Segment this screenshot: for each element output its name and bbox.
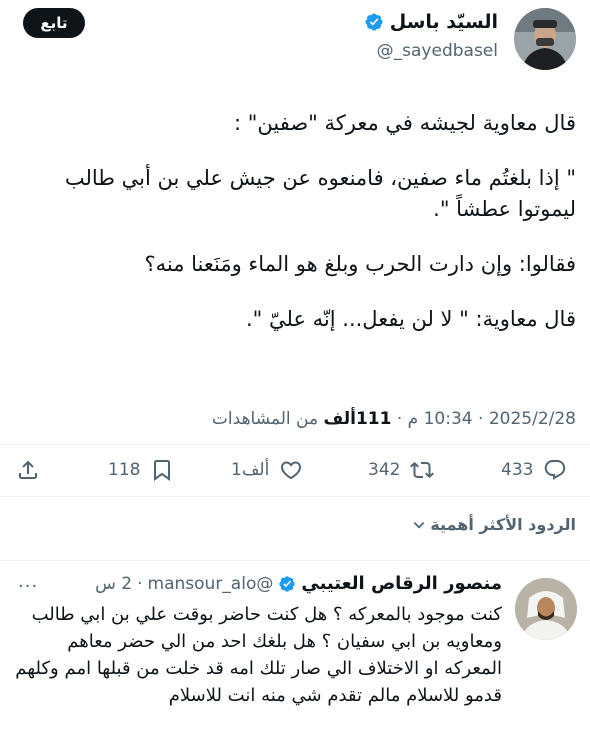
like-button[interactable]: 1ألف: [231, 452, 303, 488]
repost-icon: [410, 461, 435, 479]
reply-button[interactable]: 433: [501, 452, 567, 488]
reply-author-name[interactable]: منصور الرقاص العتيبي: [301, 573, 502, 594]
repost-count: 342: [368, 460, 401, 480]
divider: [0, 560, 590, 561]
reply-avatar[interactable]: [515, 578, 577, 640]
follow-button[interactable]: تابع: [23, 8, 85, 38]
reply-body: كنت موجود بالمعركه ؟ هل كنت حاضر بوقت عل…: [15, 604, 502, 706]
share-icon: [19, 460, 37, 479]
meta-separator: ·: [396, 409, 403, 429]
tweet-meta: 2025/2/28 · 10:34 م · 111ألف من المشاهدا…: [212, 409, 576, 429]
author-name[interactable]: السيّد باسل: [390, 11, 498, 33]
verified-badge-icon: [365, 13, 383, 31]
tweet-time[interactable]: 10:34 م: [408, 409, 473, 429]
divider: [0, 496, 590, 497]
reply-author-handle[interactable]: @mansour_alo: [148, 574, 274, 594]
tweet-body: قال معاوية لجيشه في معركة "صفين" : " إذا…: [16, 108, 576, 335]
tweet-page: تابع السيّد باسل @_sayedbasel قال معاوية…: [0, 0, 590, 748]
tweet-date[interactable]: 2025/2/28: [489, 409, 576, 429]
author-avatar-image: [514, 8, 576, 70]
share-button[interactable]: [16, 452, 40, 488]
divider: [0, 444, 590, 445]
reply-avatar-image: [515, 578, 577, 640]
bookmark-count: 118: [108, 460, 141, 480]
tweet-line: قال معاوية: " لا لن يفعل... إنّه عليّ ".: [245, 307, 576, 331]
tweet-line: ليموتوا عطشاً ".: [433, 197, 576, 221]
tweet-line: " إذا بلغتُم ماء صفين، فامنعوه عن جيش عل…: [64, 166, 576, 190]
views-count: 111ألف: [323, 409, 392, 429]
views-label: من المشاهدات: [211, 409, 319, 429]
tweet-line: فقالوا: وإن دارت الحرب وبلغ هو الماء ومَ…: [144, 252, 576, 276]
heart-icon: [281, 461, 302, 480]
sort-label: الردود الأكثر أهمية: [430, 515, 576, 534]
reply-count: 433: [501, 460, 534, 480]
author-name-row[interactable]: السيّد باسل: [364, 11, 498, 33]
reply-separator: ·: [137, 573, 143, 594]
author-handle[interactable]: @_sayedbasel: [377, 41, 498, 61]
replies-sort-dropdown[interactable]: الردود الأكثر أهمية: [412, 515, 576, 534]
author-avatar[interactable]: [514, 8, 576, 70]
tweet-line: قال معاوية لجيشه في معركة "صفين" :: [234, 111, 576, 135]
like-count: 1ألف: [231, 460, 270, 480]
reply-header: منصور الرقاص العتيبي @mansour_alo · 2 س: [95, 573, 502, 594]
chevron-down-icon: [414, 521, 425, 529]
reply-icon: [545, 460, 566, 480]
tweet-actions: 433 342 1ألف 118: [0, 452, 590, 488]
bookmark-icon: [154, 460, 171, 481]
verified-badge-icon: [279, 575, 296, 592]
meta-separator: ·: [478, 409, 484, 429]
more-options-icon[interactable]: ···: [18, 576, 38, 597]
repost-button[interactable]: 342: [368, 452, 435, 488]
bookmark-button[interactable]: 118: [108, 452, 174, 488]
reply-time[interactable]: 2 س: [95, 574, 132, 594]
